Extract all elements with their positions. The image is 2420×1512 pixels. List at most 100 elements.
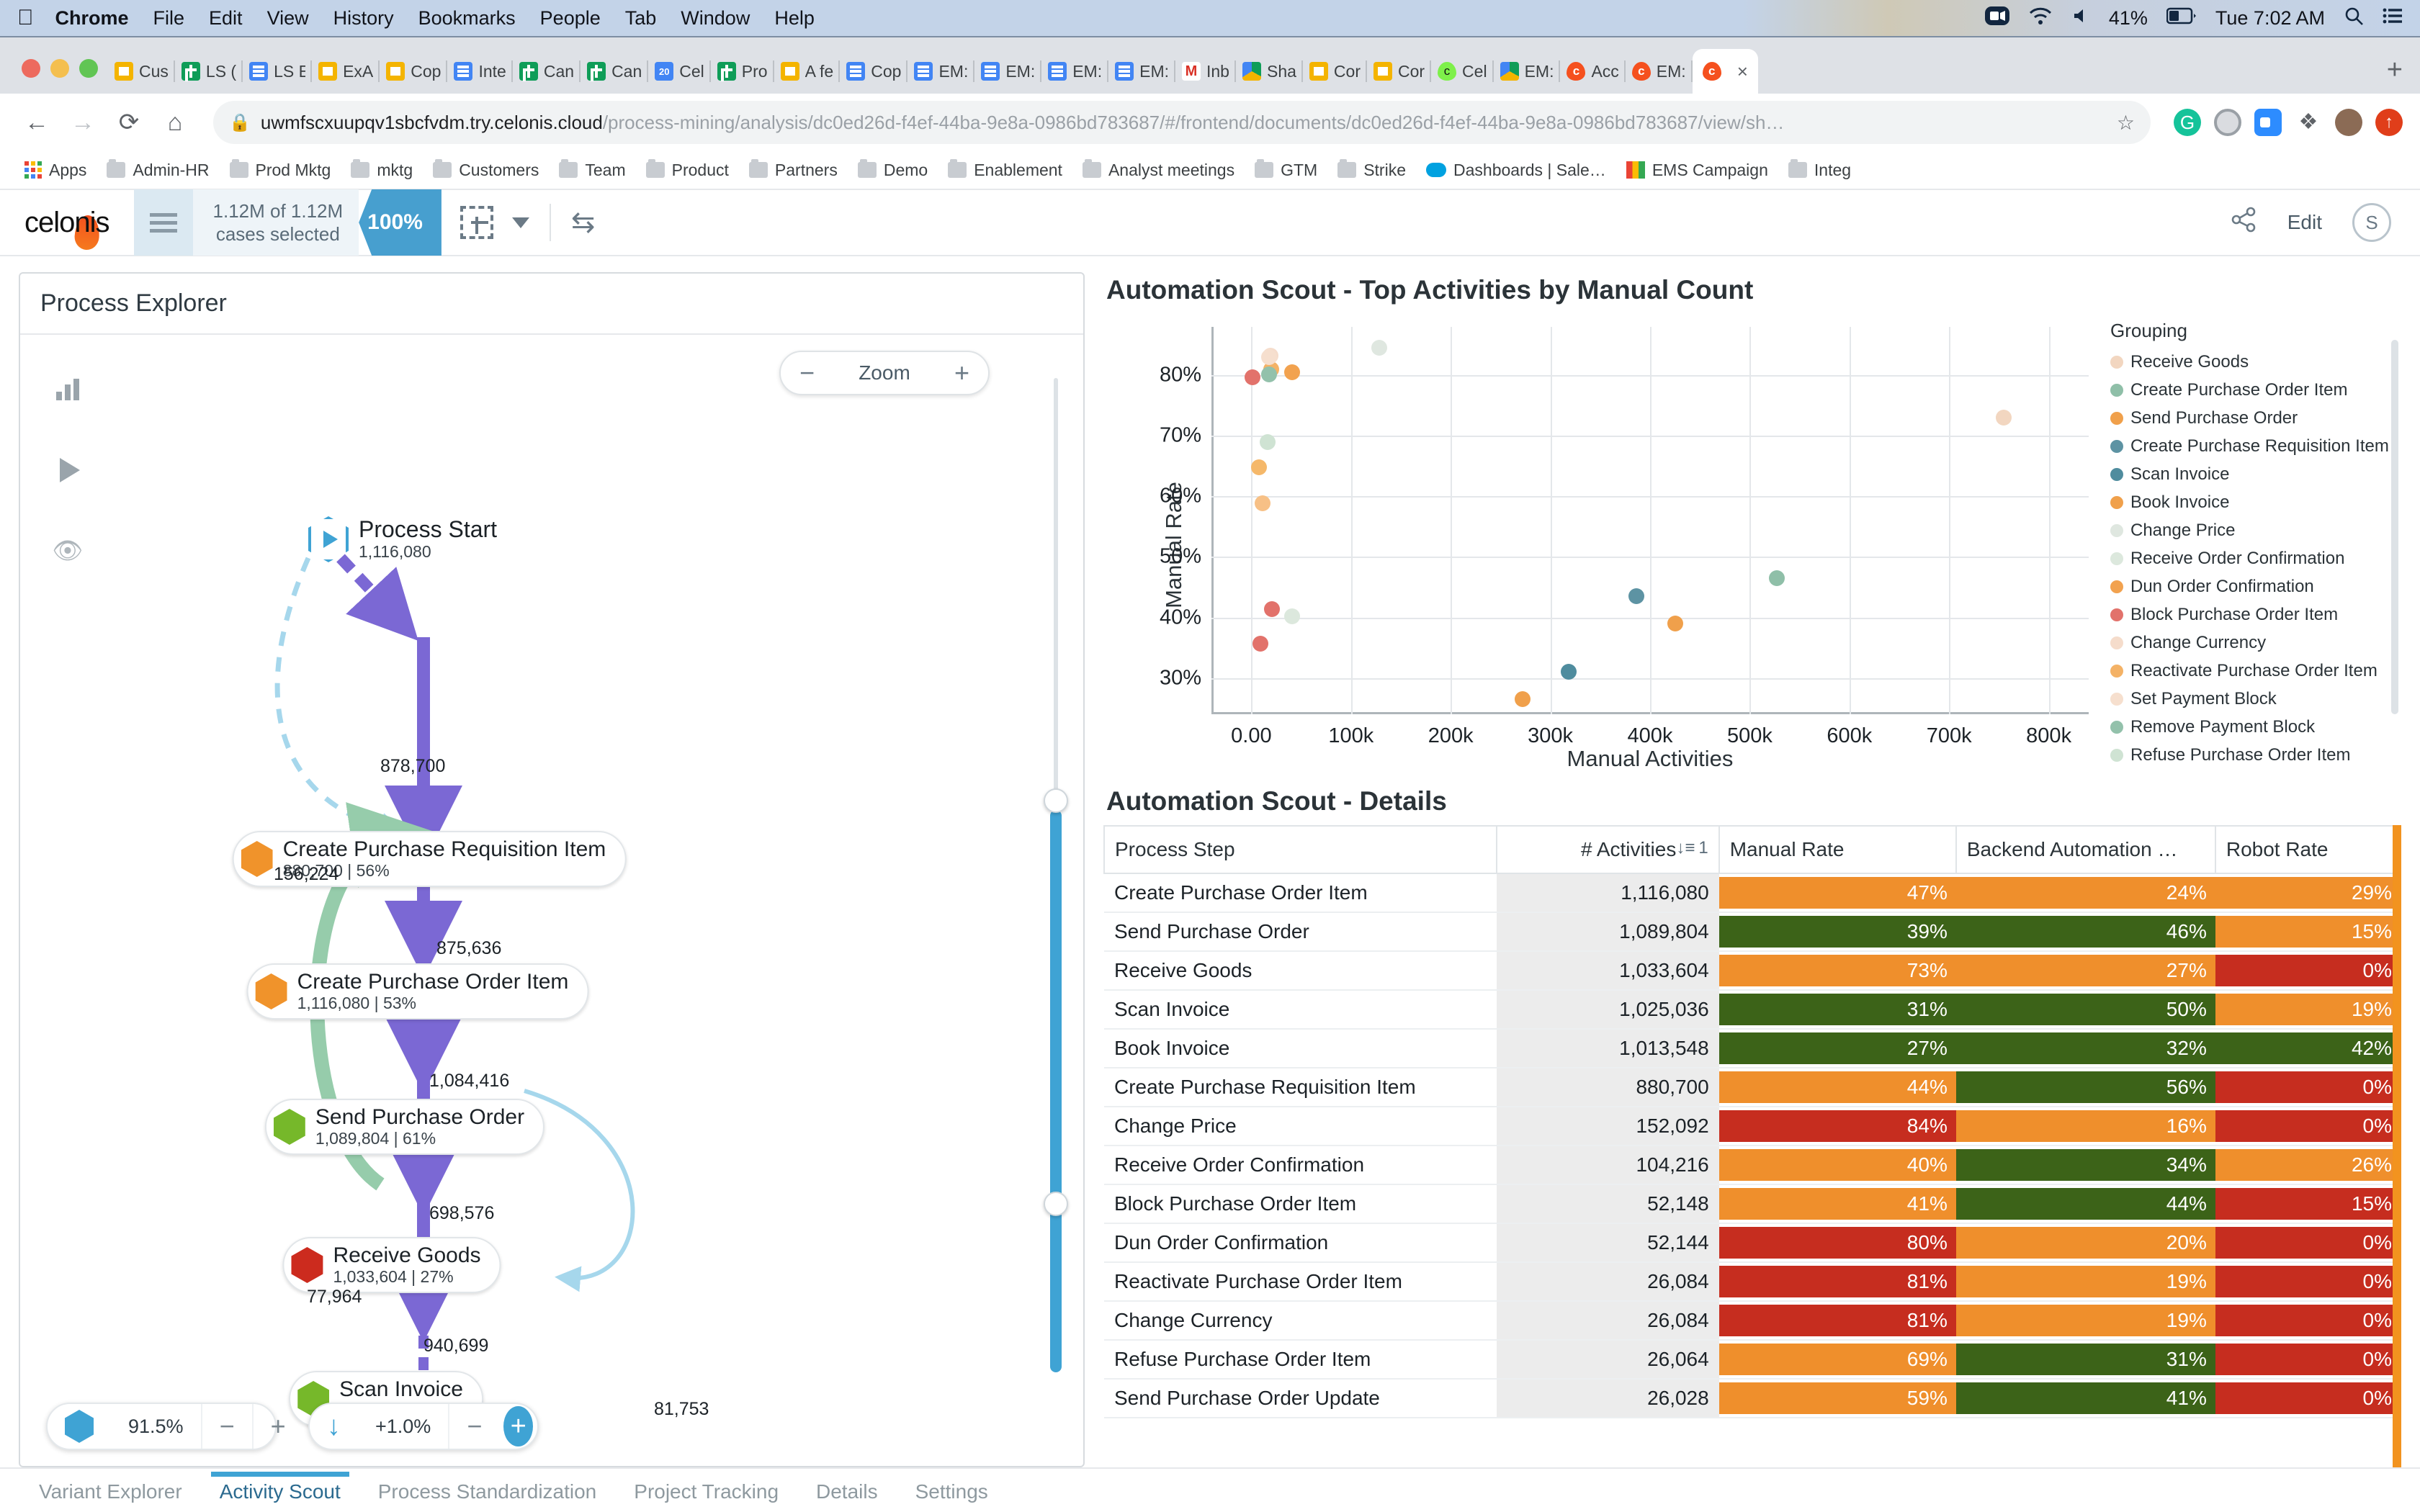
process-explorer-body[interactable]: 👁 − Zoom + Process Start 1,116,080 Creat…: [20, 335, 1083, 1466]
scatter-point[interactable]: [1667, 615, 1683, 631]
extension-icon-gray[interactable]: [2214, 109, 2241, 136]
celonis-logo[interactable]: celonis: [0, 207, 134, 251]
scatter-point[interactable]: [1254, 495, 1270, 511]
browser-tab[interactable]: Cor: [1303, 49, 1368, 94]
analysis-tab-process-standardization[interactable]: Process Standardization: [359, 1472, 616, 1512]
browser-tab[interactable]: Pro: [711, 49, 774, 94]
scatter-point[interactable]: [1768, 570, 1785, 586]
legend-item[interactable]: Reactivate Purchase Order Item: [2110, 657, 2401, 685]
bookmark-item[interactable]: Prod Mktg: [221, 156, 340, 184]
table-row[interactable]: Scan Invoice 1,025,036 31% 50% 19%: [1104, 990, 2401, 1030]
add-selection-icon[interactable]: [460, 206, 493, 239]
scatter-point[interactable]: [1251, 459, 1268, 476]
activity-slider-control[interactable]: 91.5% − +: [46, 1403, 286, 1450]
scatter-point[interactable]: [1264, 600, 1281, 617]
column-header-backend-automation[interactable]: Backend Automation …: [1955, 825, 2216, 874]
control-center-icon[interactable]: [2383, 7, 2403, 30]
scatter-point[interactable]: [1628, 588, 1644, 605]
node-receive-goods[interactable]: Receive Goods 1,033,604 | 27%: [282, 1237, 501, 1293]
table-row[interactable]: Create Purchase Requisition Item 880,700 4…: [1104, 1068, 2401, 1107]
analysis-tab-variant-explorer[interactable]: Variant Explorer: [20, 1472, 201, 1512]
clock[interactable]: Tue 7:02 AM: [2215, 7, 2325, 30]
browser-tab[interactable]: Can: [513, 49, 581, 94]
browser-tab[interactable]: Cus: [108, 49, 175, 94]
scatter-point[interactable]: [1244, 369, 1260, 385]
table-row[interactable]: Receive Goods 1,033,604 73% 27% 0%: [1104, 951, 2401, 991]
extensions-puzzle-icon[interactable]: ❖: [2295, 109, 2322, 136]
table-row[interactable]: Book Invoice 1,013,548 27% 32% 42%: [1104, 1029, 2401, 1068]
browser-tab[interactable]: EM:: [1494, 49, 1561, 94]
bookmark-item[interactable]: EMS Campaign: [1618, 156, 1777, 184]
cases-selected-indicator[interactable]: 1.12M of 1.12M cases selected: [192, 189, 359, 256]
browser-tab[interactable]: Cor: [1367, 49, 1432, 94]
window-traffic-lights[interactable]: [14, 59, 108, 94]
table-row[interactable]: Create Purchase Order Item 1,116,080 47% 24…: [1104, 873, 2401, 913]
browser-tab[interactable]: Inte: [447, 49, 514, 94]
column-header-robot-rate[interactable]: Robot Rate: [2214, 825, 2401, 874]
scatter-point[interactable]: [1284, 608, 1301, 624]
edit-button[interactable]: Edit: [2287, 211, 2322, 234]
back-button[interactable]: ←: [17, 103, 56, 142]
legend-item[interactable]: Dun Order Confirmation: [2110, 572, 2401, 600]
browser-tab[interactable]: LS E: [243, 49, 313, 94]
details-table-wrapper[interactable]: Process Step # Activities ↓≡ 1 Manual Rat…: [1103, 825, 2401, 1467]
table-row[interactable]: Dun Order Confirmation 52,144 80% 20% 0%: [1104, 1223, 2401, 1263]
menu-item-edit[interactable]: Edit: [209, 7, 243, 30]
table-row[interactable]: Receive Order Confirmation 104,216 40% 34% 2…: [1104, 1146, 2401, 1185]
minimize-window-button[interactable]: [50, 59, 69, 78]
legend-item[interactable]: Receive Order Confirmation: [2110, 544, 2401, 572]
bookmark-item[interactable]: Apps: [16, 156, 95, 184]
table-row[interactable]: Send Purchase Order 1,089,804 39% 46% 15%: [1104, 912, 2401, 952]
maximize-window-button[interactable]: [79, 59, 98, 78]
bookmark-item[interactable]: Strike: [1329, 156, 1415, 184]
browser-tab[interactable]: c Cel: [1431, 49, 1494, 94]
scatter-point[interactable]: [1284, 364, 1301, 381]
bookmark-item[interactable]: Partners: [740, 156, 846, 184]
browser-tab[interactable]: Cop: [380, 49, 448, 94]
node-process-start[interactable]: Process Start 1,116,080: [308, 516, 497, 562]
connection-slider-control[interactable]: ↓ +1.0% − +: [308, 1403, 539, 1450]
scatter-plot[interactable]: Manual Rate 0.00 100k 200k 300k 400k 500k 600k…: [1103, 314, 2099, 776]
scrollbar-knob-upper[interactable]: [1044, 788, 1068, 813]
table-row[interactable]: Refuse Purchase Order Item 26,064 69% 31% 0%: [1104, 1340, 2401, 1380]
analysis-tab-details[interactable]: Details: [797, 1472, 897, 1512]
scatter-point[interactable]: [1259, 433, 1276, 450]
analysis-tab-settings[interactable]: Settings: [897, 1472, 1007, 1512]
bookmark-star-icon[interactable]: ☆: [2117, 111, 2135, 135]
bookmark-item[interactable]: Customers: [424, 156, 547, 184]
browser-tab[interactable]: EM:: [908, 49, 975, 94]
bookmark-item[interactable]: Team: [550, 156, 634, 184]
table-scrollbar[interactable]: [2393, 825, 2401, 1467]
browser-tab[interactable]: EM:: [974, 49, 1042, 94]
legend-item[interactable]: Send Purchase Order: [2110, 404, 2401, 432]
scrollbar-knob-lower[interactable]: [1044, 1192, 1068, 1216]
menu-item-help[interactable]: Help: [774, 7, 815, 30]
browser-tab[interactable]: Sha: [1236, 49, 1303, 94]
menu-item-people[interactable]: People: [540, 7, 601, 30]
browser-tab[interactable]: c Acc: [1560, 49, 1626, 94]
connection-increase-button[interactable]: +: [503, 1406, 533, 1446]
legend-item[interactable]: Receive Goods: [2110, 348, 2401, 376]
bookmark-item[interactable]: Product: [637, 156, 738, 184]
browser-tab[interactable]: LS (: [175, 49, 243, 94]
legend-item[interactable]: Book Invoice: [2110, 488, 2401, 516]
legend-item[interactable]: Change Price: [2110, 516, 2401, 544]
table-row[interactable]: Change Price 152,092 84% 16% 0%: [1104, 1107, 2401, 1146]
menu-item-file[interactable]: File: [153, 7, 185, 30]
column-header-manual-rate[interactable]: Manual Rate: [1718, 825, 1957, 874]
legend-item[interactable]: Change Currency: [2110, 629, 2401, 657]
scatter-point[interactable]: [1371, 340, 1387, 356]
process-graph[interactable]: Process Start 1,116,080 Create Purchase …: [20, 335, 1083, 1466]
bookmark-item[interactable]: Dashboards | Sale…: [1417, 156, 1615, 184]
browser-tab[interactable]: Can: [581, 49, 649, 94]
bookmark-item[interactable]: Integ: [1780, 156, 1860, 184]
analysis-tab-activity-scout[interactable]: Activity Scout: [201, 1472, 359, 1512]
bookmark-item[interactable]: mktg: [342, 156, 421, 184]
scrollbar-thumb[interactable]: [1050, 810, 1062, 1372]
reload-button[interactable]: ⟳: [109, 103, 148, 142]
column-header-process-step[interactable]: Process Step: [1103, 825, 1498, 874]
chevron-down-icon[interactable]: [511, 217, 529, 228]
chart-legend[interactable]: Grouping Receive Goods Create Purchase Or…: [2099, 314, 2401, 776]
user-avatar[interactable]: S: [2352, 203, 2391, 242]
browser-tab[interactable]: ExA: [312, 49, 380, 94]
